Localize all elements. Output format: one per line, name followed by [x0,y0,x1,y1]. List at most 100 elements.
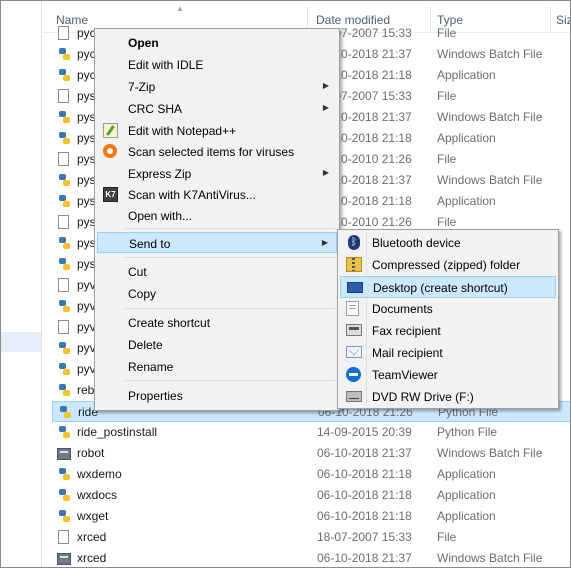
menu-item-label: Scan with K7AntiVirus... [128,188,256,202]
menu-item-scan-selected-items-for-viruses[interactable]: Scan selected items for viruses [97,141,337,162]
python-file-icon [57,257,71,272]
navigation-pane[interactable] [1,1,42,567]
k7-antivirus-icon: K7 [103,187,118,202]
send-to-item-compressed-zipped-folder[interactable]: Compressed (zipped) folder [340,254,556,276]
menu-item-label: 7-Zip [128,80,156,94]
dvd-drive-icon [346,391,362,402]
file-type: Application [437,488,496,502]
menu-separator [125,308,335,309]
send-to-item-teamviewer[interactable]: TeamViewer [340,364,556,386]
file-row[interactable]: xrced 18-07-2007 15:33 File [52,527,570,548]
file-type: Application [437,68,496,82]
submenu-arrow-icon: ▶ [322,81,329,90]
file-name: wxdocs [77,488,118,502]
avast-icon [103,144,117,158]
file-type: Application [437,194,496,208]
teamviewer-icon [346,367,361,382]
file-name: pys [77,257,96,271]
file-type: Windows Batch File [437,551,543,565]
file-type: Windows Batch File [437,110,543,124]
desktop-icon [347,282,363,293]
file-type: Windows Batch File [437,173,543,187]
batch-file-icon [57,448,71,460]
menu-item-create-shortcut[interactable]: Create shortcut [97,312,337,333]
python-file-icon [57,236,71,251]
context-menu: Open Edit with IDLE 7-Zip ▶ CRC SHA ▶ Edit wit… [94,28,340,411]
send-to-item-label: Documents [372,302,433,316]
menu-item-send-to[interactable]: Send to ▶ [97,232,337,253]
file-type: File [437,152,457,166]
generic-file-icon [58,215,69,229]
menu-item-open-with[interactable]: Open with... [97,205,337,226]
file-name: pyv [77,278,96,292]
file-row[interactable]: wxdocs 06-10-2018 21:18 Application [52,485,570,506]
menu-item-scan-with-k7antivirus[interactable]: K7 Scan with K7AntiVirus... [97,184,337,205]
menu-item-7-zip[interactable]: 7-Zip ▶ [97,76,337,97]
file-name: pys [77,194,96,208]
file-name: pys [77,152,96,166]
python-file-icon [57,299,71,314]
file-name: pyv [77,320,96,334]
python-file-icon [57,488,71,503]
file-type: Application [437,467,496,481]
menu-item-edit-with-idle[interactable]: Edit with IDLE [97,54,337,75]
menu-item-open[interactable]: Open [97,32,337,53]
file-type: Windows Batch File [437,446,543,460]
python-file-icon [57,131,71,146]
submenu-arrow-icon: ▶ [322,103,329,112]
file-name: xrced [77,551,107,565]
send-to-item-mail-recipient[interactable]: Mail recipient [340,342,556,364]
notepad-plus-plus-icon [103,123,118,138]
file-name: reb [77,383,95,397]
file-row[interactable]: wxdemo 06-10-2018 21:18 Application [52,464,570,485]
python-file-icon [57,173,71,188]
file-row[interactable]: ride_postinstall 14-09-2015 20:39 Python F… [52,422,570,443]
file-explorer-window: ▲ Name Date modified Type Siz pyc18-07-2… [0,0,571,568]
file-type: File [437,215,457,229]
file-type: Windows Batch File [437,47,543,61]
send-to-item-label: DVD RW Drive (F:) [372,390,474,404]
menu-item-cut[interactable]: Cut [97,261,337,282]
submenu-arrow-icon: ▶ [322,168,329,177]
menu-item-label: Edit with Notepad++ [128,124,237,138]
menu-item-label: Properties [128,389,183,403]
send-to-item-desktop-create-shortcut[interactable]: Desktop (create shortcut) [340,276,556,298]
fax-icon [346,324,362,336]
generic-file-icon [58,530,69,544]
bluetooth-icon: ᛒ [348,235,360,250]
send-to-item-bluetooth-device[interactable]: ᛒ Bluetooth device [340,232,556,254]
file-name: wxdemo [77,467,122,481]
send-to-item-documents[interactable]: Documents [340,298,556,320]
send-to-item-label: Fax recipient [372,324,441,338]
file-name: pys [77,215,96,229]
python-file-icon [57,47,71,62]
navigation-pane-selected-item[interactable] [1,332,41,352]
menu-item-rename[interactable]: Rename [97,356,337,377]
menu-item-properties[interactable]: Properties [97,385,337,406]
python-file-icon [57,194,71,209]
file-type: Application [437,509,496,523]
send-to-item-fax-recipient[interactable]: Fax recipient [340,320,556,342]
file-row[interactable]: robot 06-10-2018 21:37 Windows Batch File [52,443,570,464]
file-name: wxget [77,509,109,523]
menu-item-label: Rename [128,360,174,374]
generic-file-icon [58,278,69,292]
menu-item-delete[interactable]: Delete [97,334,337,355]
file-row[interactable]: xrced 06-10-2018 21:37 Windows Batch File [52,548,570,567]
menu-item-copy[interactable]: Copy [97,283,337,304]
send-to-item-dvd-rw-drive-f[interactable]: DVD RW Drive (F:) [340,386,556,408]
menu-separator [125,228,335,229]
menu-item-crc-sha[interactable]: CRC SHA ▶ [97,98,337,119]
menu-item-edit-with-notepad[interactable]: Edit with Notepad++ [97,120,337,141]
submenu-arrow-icon: ▶ [321,238,328,247]
menu-separator [125,380,335,381]
menu-item-label: Copy [128,287,157,301]
file-date-modified: 18-07-2007 15:33 [317,530,412,544]
generic-file-icon [58,89,69,103]
file-date-modified: 14-09-2015 20:39 [317,425,412,439]
menu-item-label: Delete [128,338,163,352]
menu-item-express-zip[interactable]: Express Zip ▶ [97,163,337,184]
file-row[interactable]: wxget 06-10-2018 21:18 Application [52,506,570,527]
file-name: pys [77,236,96,250]
send-to-item-label: TeamViewer [372,368,438,382]
